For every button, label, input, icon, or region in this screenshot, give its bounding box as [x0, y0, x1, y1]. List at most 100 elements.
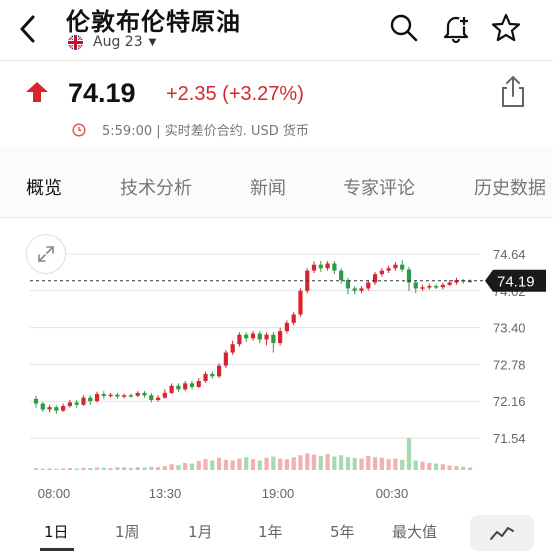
share-icon[interactable] — [498, 74, 528, 108]
volume-bar — [81, 467, 86, 470]
candle-body — [264, 334, 269, 340]
volume-bar — [216, 457, 222, 470]
volume-bar — [94, 467, 100, 470]
candle-body — [284, 322, 290, 332]
candle-body — [67, 402, 73, 406]
range-max[interactable]: 最大值 — [392, 521, 437, 542]
volume-bar — [142, 467, 147, 470]
candle-body — [339, 270, 344, 281]
candle-body — [311, 264, 317, 271]
volume-bar — [210, 460, 215, 470]
volume-bar — [40, 468, 45, 470]
candle-body — [210, 373, 215, 377]
volume-bar — [386, 459, 391, 470]
range-1m[interactable]: 1月 — [188, 521, 213, 542]
tab-analysis[interactable]: 专家评论 — [343, 174, 415, 200]
candle-body — [413, 282, 418, 289]
range-5y[interactable]: 5年 — [330, 521, 355, 542]
search-icon[interactable] — [388, 12, 420, 44]
volume-bar — [427, 462, 432, 470]
volume-bar — [339, 455, 344, 470]
candle-body — [278, 331, 283, 344]
candle-body — [108, 394, 113, 397]
candle-body — [101, 394, 106, 396]
time-range-bar: 1日 1周 1月 1年 5年 最大值 — [0, 512, 553, 553]
volume-bar — [230, 460, 235, 470]
volume-bar — [135, 467, 140, 470]
volume-bar — [284, 459, 290, 470]
volume-bar — [183, 462, 188, 470]
back-button[interactable] — [12, 12, 42, 46]
candle-body — [447, 282, 452, 285]
volume-bar — [162, 466, 167, 470]
candle-body — [47, 407, 52, 410]
volume-bar — [223, 459, 228, 470]
volume-bar — [237, 458, 242, 470]
star-icon[interactable] — [490, 12, 522, 44]
tab-overview[interactable]: 概览 — [26, 174, 62, 200]
last-price: 74.19 — [68, 78, 136, 108]
candle-body — [88, 397, 93, 402]
candle-body — [257, 333, 262, 340]
volume-bar — [176, 465, 181, 470]
volume-bar — [461, 466, 466, 470]
candle-body — [203, 373, 208, 382]
x-tick-label: 08:00 — [38, 486, 71, 501]
contract-selector[interactable]: Aug 23 ▼ — [68, 34, 156, 50]
candle-body — [74, 402, 79, 405]
tab-news[interactable]: 新闻 — [250, 174, 286, 200]
candle-body — [420, 287, 425, 289]
range-1w[interactable]: 1周 — [115, 521, 140, 542]
candle-body — [250, 333, 256, 339]
volume-bar — [359, 458, 364, 470]
y-tick-label: 72.16 — [493, 394, 526, 409]
candle-body — [94, 394, 100, 402]
volume-bar — [278, 458, 283, 470]
quote-time-row: 5:59:00 | 实时差价合约. USD 货币 — [72, 120, 309, 139]
volume-bar — [379, 457, 384, 470]
candle-body — [244, 334, 249, 339]
candle-body — [135, 392, 140, 396]
candle-body — [176, 385, 181, 390]
caret-down-icon: ▼ — [148, 36, 157, 48]
candle-body — [440, 284, 445, 288]
volume-bar — [413, 460, 418, 470]
volume-bar — [332, 456, 337, 470]
volume-bar — [101, 467, 106, 470]
add-alert-bell-icon[interactable] — [440, 12, 472, 44]
candle-body — [433, 286, 439, 288]
volume-bar — [250, 459, 256, 470]
chart-type-button[interactable] — [470, 515, 534, 551]
volume-bar — [352, 457, 357, 470]
line-chart-icon — [490, 527, 514, 540]
candle-body — [54, 407, 59, 411]
candle-body — [352, 288, 357, 291]
tab-technical[interactable]: 技术分析 — [120, 174, 192, 200]
candle-body — [379, 270, 384, 275]
candle-body — [128, 395, 134, 397]
candle-body — [400, 264, 405, 270]
header: 伦敦布伦特原油 Aug 23 ▼ — [0, 0, 553, 60]
x-tick-label: 19:00 — [262, 486, 295, 501]
volume-bar — [47, 468, 52, 470]
volume-bar — [189, 463, 195, 470]
price-change: +2.35 (+3.27%) — [166, 83, 304, 105]
price-chart[interactable]: 74.6474.0273.4072.7872.1671.5474.1908:00… — [0, 232, 553, 512]
volume-bar — [447, 465, 452, 470]
volume-bar — [420, 461, 425, 470]
range-1y[interactable]: 1年 — [258, 521, 283, 542]
candle-body — [372, 274, 378, 283]
expand-chart-button[interactable] — [26, 234, 66, 274]
candle-body — [291, 314, 296, 323]
candle-body — [298, 290, 303, 315]
chevron-left-icon — [20, 15, 35, 43]
candle-body — [325, 263, 330, 269]
range-1d[interactable]: 1日 — [44, 521, 69, 542]
quote-time: 5:59:00 | 实时差价合约. USD 货币 — [102, 124, 309, 139]
candle-body — [366, 282, 371, 289]
candle-body — [169, 385, 174, 393]
tab-historical-data[interactable]: 历史数据 — [474, 174, 546, 200]
volume-bar — [33, 468, 39, 470]
volume-bar — [433, 463, 439, 470]
volume-bar — [257, 460, 262, 470]
